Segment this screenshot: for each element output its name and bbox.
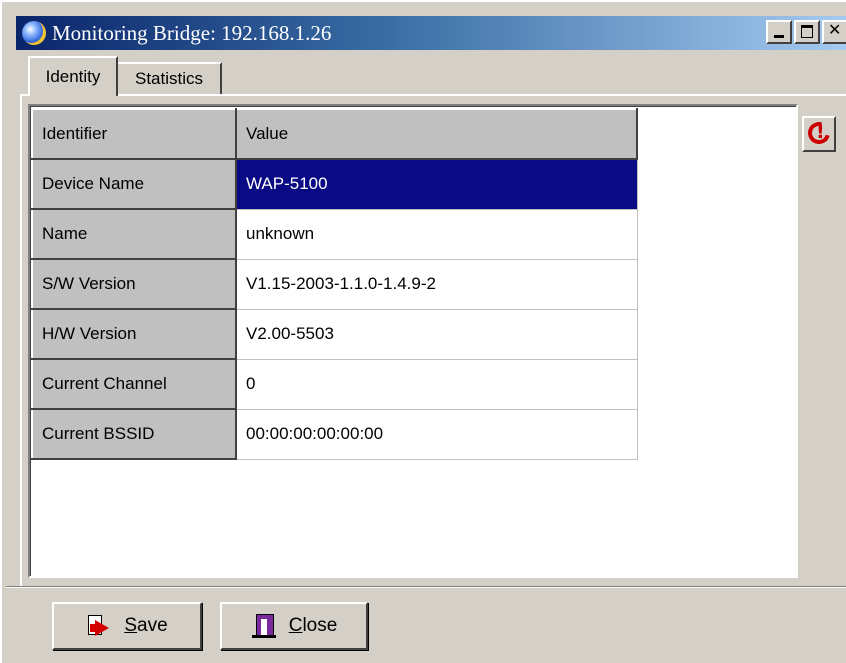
table-row[interactable]: S/W Version V1.15-2003-1.1.0-1.4.9-2: [31, 258, 638, 310]
row-identifier[interactable]: Current Channel: [31, 358, 237, 410]
title-bar[interactable]: Monitoring Bridge: 192.168.1.26: [16, 16, 846, 50]
refresh-button[interactable]: !: [802, 116, 836, 152]
column-header-value[interactable]: Value: [235, 108, 638, 160]
minimize-button[interactable]: [766, 20, 792, 44]
close-label: Close: [288, 615, 338, 636]
row-value[interactable]: unknown: [236, 209, 638, 260]
save-button[interactable]: Save: [52, 602, 202, 650]
maximize-button[interactable]: [794, 20, 820, 44]
exit-door-icon: [251, 613, 279, 639]
table-row[interactable]: Current BSSID 00:00:00:00:00:00: [31, 408, 638, 460]
row-identifier[interactable]: Name: [31, 208, 237, 260]
save-arrow-icon: [86, 613, 114, 639]
identity-grid[interactable]: Identifier Value Device Name WAP-5100 Na…: [28, 104, 798, 578]
row-identifier[interactable]: S/W Version: [31, 258, 237, 310]
title-bar-controls: [766, 20, 846, 44]
row-identifier[interactable]: Device Name: [31, 158, 237, 210]
row-value[interactable]: 0: [236, 359, 638, 410]
row-identifier[interactable]: H/W Version: [31, 308, 237, 360]
tab-statistics[interactable]: Statistics: [118, 62, 222, 94]
row-value[interactable]: 00:00:00:00:00:00: [236, 409, 638, 460]
alert-mark-icon: !: [816, 121, 825, 143]
monitoring-bridge-window: Monitoring Bridge: 192.168.1.26 Identity…: [0, 0, 846, 663]
column-header-identifier[interactable]: Identifier: [31, 108, 237, 160]
window-title: Monitoring Bridge: 192.168.1.26: [52, 20, 332, 45]
identity-table: Identifier Value Device Name WAP-5100 Na…: [31, 108, 638, 460]
tab-identity[interactable]: Identity: [28, 56, 118, 96]
table-row[interactable]: Device Name WAP-5100: [31, 158, 638, 210]
row-identifier[interactable]: Current BSSID: [31, 408, 237, 460]
table-row[interactable]: Current Channel 0: [31, 358, 638, 410]
close-window-button[interactable]: [822, 20, 846, 44]
table-row[interactable]: Name unknown: [31, 208, 638, 260]
bottom-divider: [6, 586, 846, 588]
globe-icon: [22, 21, 46, 45]
row-value[interactable]: V2.00-5503: [236, 309, 638, 360]
save-label: Save: [124, 615, 168, 636]
row-value[interactable]: WAP-5100: [236, 159, 638, 210]
table-header-row: Identifier Value: [31, 108, 638, 160]
table-row[interactable]: H/W Version V2.00-5503: [31, 308, 638, 360]
row-value[interactable]: V1.15-2003-1.1.0-1.4.9-2: [236, 259, 638, 310]
close-button[interactable]: Close: [220, 602, 368, 650]
